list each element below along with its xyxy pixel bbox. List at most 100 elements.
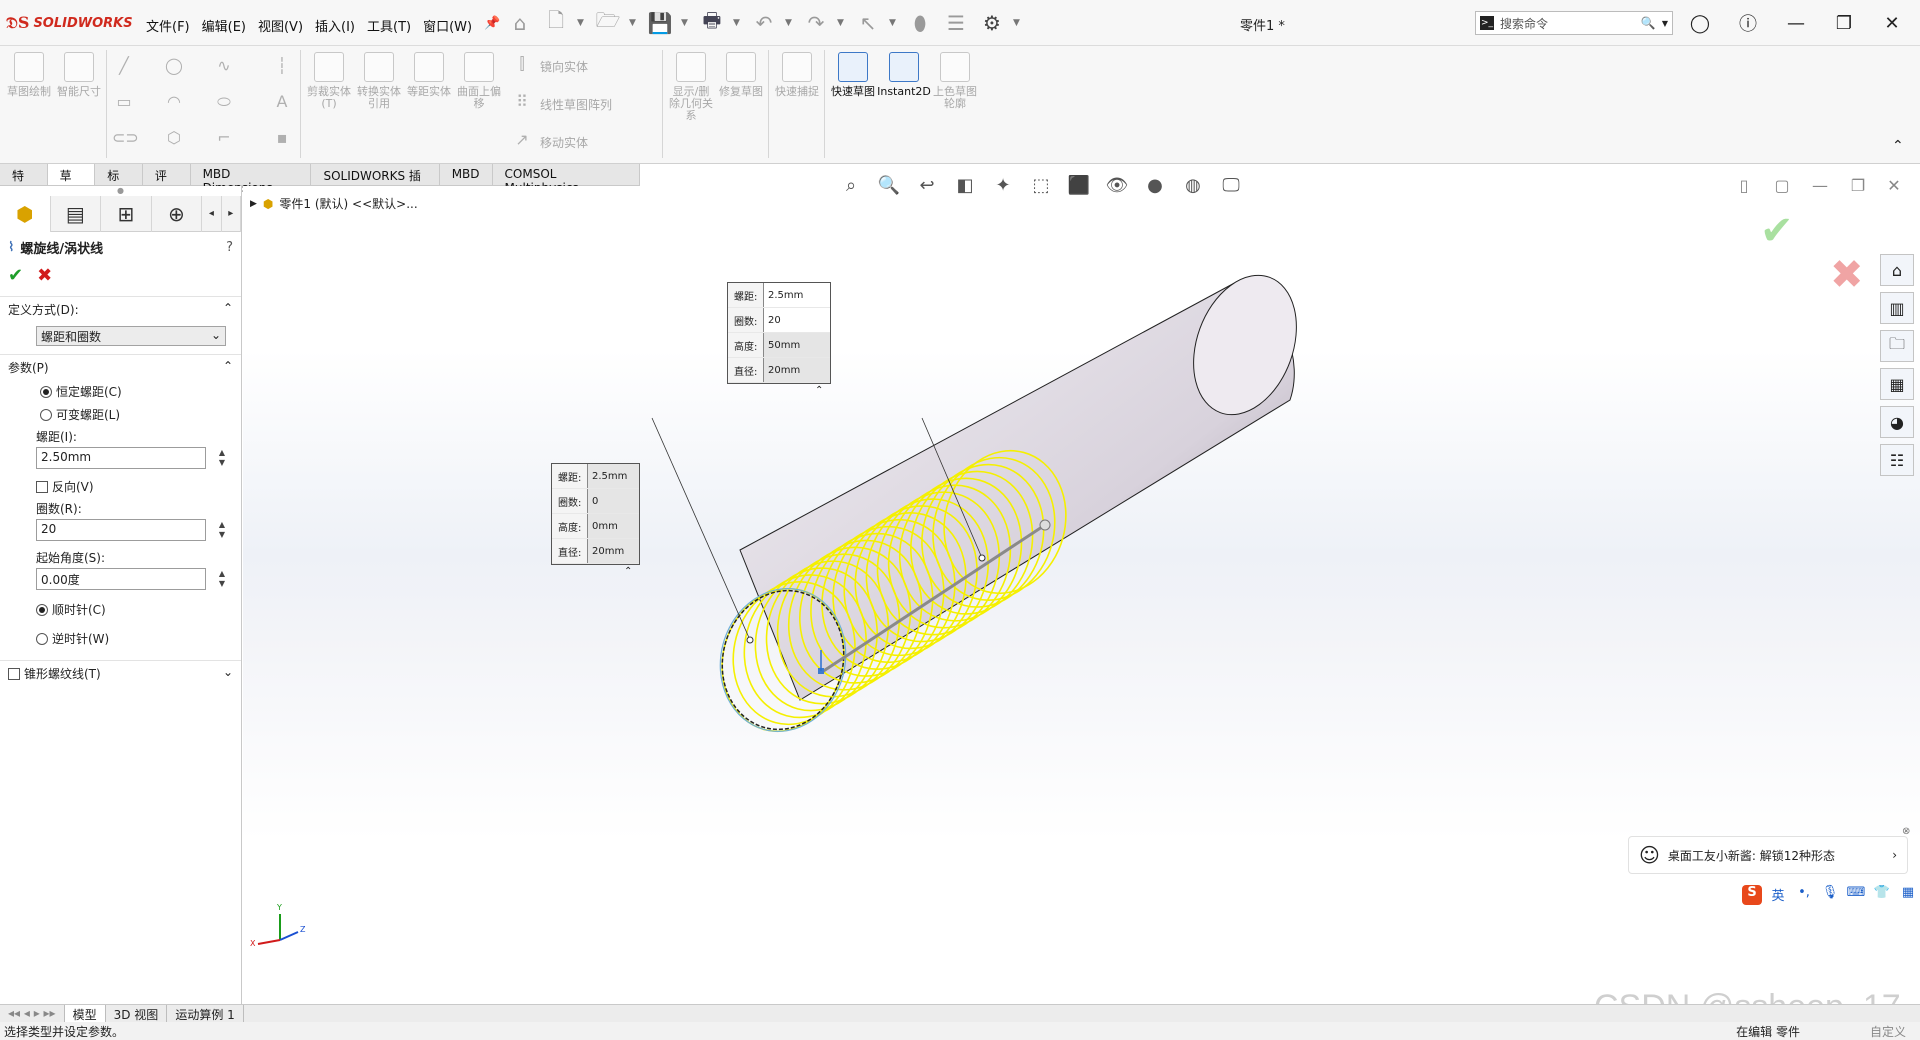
home-icon[interactable]: ⌂ (505, 8, 535, 38)
restore-doc-button[interactable]: ❐ (1844, 176, 1872, 198)
pin-icon[interactable]: 📌 (478, 14, 506, 37)
file-properties-icon[interactable]: ☰ (941, 8, 971, 38)
spline-icon[interactable]: ∿ (212, 56, 236, 76)
rapid-sketch-button[interactable]: 快速草图 (830, 52, 876, 98)
menu-window[interactable]: 窗口(W) (417, 14, 478, 37)
move-entities-button[interactable]: 移动实体 (540, 134, 588, 151)
variable-pitch-option[interactable]: 可变螺距(L) (0, 403, 241, 426)
tab-addins[interactable]: SOLIDWORKS 插件 (311, 164, 440, 200)
redo-icon[interactable]: ↷ (801, 8, 831, 38)
cancel-button[interactable]: ✖ (37, 265, 52, 286)
dimxpert-icon[interactable]: ⊕ (152, 195, 203, 232)
model-canvas[interactable] (600, 260, 1400, 780)
circle-icon[interactable]: ◯ (162, 56, 186, 76)
menu-tools[interactable]: 工具(T) (361, 14, 417, 37)
radio-constant[interactable] (40, 385, 52, 398)
menu-edit[interactable]: 编辑(E) (196, 14, 252, 37)
search-input[interactable]: 搜索命令 (1500, 15, 1635, 32)
start-angle-spinner[interactable]: ▲ ▼ (219, 569, 225, 589)
line-icon[interactable]: ╱ (112, 56, 136, 76)
maximize-button[interactable]: ❐ (1826, 10, 1862, 36)
file-explorer-icon[interactable]: 🗀 (1880, 330, 1914, 362)
minimize-button[interactable]: — (1778, 10, 1814, 36)
start-angle-input[interactable]: 0.00度 ▲ ▼ (36, 568, 225, 590)
reverse-option[interactable]: 反向(V) (0, 475, 241, 498)
tab-features[interactable]: 特征 (0, 164, 48, 200)
chevron-down-icon[interactable]: ▼ (837, 18, 847, 28)
pitch-spinner[interactable]: ▲ ▼ (219, 448, 225, 468)
chevron-down-icon[interactable]: ▼ (889, 18, 899, 28)
chevron-down-icon[interactable]: ▼ (1013, 18, 1023, 28)
split-view-icon[interactable]: ▯ (1730, 176, 1758, 198)
skin-icon[interactable]: 👕 (1872, 885, 1892, 905)
menu-view[interactable]: 视图(V) (252, 14, 309, 37)
minimize-doc-button[interactable]: — (1806, 176, 1834, 198)
convert-entities-button[interactable]: 转换实体引用 (356, 52, 402, 110)
toolbox-icon[interactable]: ▦ (1898, 885, 1918, 905)
tab-scroll-arrows-icon[interactable]: ◂◂ ◂ ▸ ▸▸ (0, 1005, 65, 1022)
section-view-icon[interactable]: ◧ (950, 170, 980, 200)
chevron-down-icon[interactable]: ▼ (785, 18, 795, 28)
linear-pattern-button[interactable]: 线性草图阵列 (540, 96, 612, 113)
view-orientation-icon[interactable]: ⬚ (1026, 170, 1056, 200)
tab-model[interactable]: 模型 (64, 1005, 106, 1022)
status-custom[interactable]: 自定义 (1870, 1023, 1906, 1039)
open-folder-icon[interactable]: 🗁 (593, 8, 623, 38)
clockwise-option[interactable]: 顺时针(C) (0, 598, 241, 621)
parameters-group-header[interactable]: 参数(P) ⌃ (0, 354, 241, 380)
fillet-icon[interactable]: ⌐ (212, 128, 236, 148)
view-palette-icon[interactable]: ▦ (1880, 368, 1914, 400)
radio-variable[interactable] (40, 408, 52, 421)
save-icon[interactable]: 💾 (645, 8, 675, 38)
radio-clockwise[interactable] (36, 603, 48, 616)
close-button[interactable]: ✕ (1874, 10, 1910, 36)
collapse-ribbon-icon[interactable]: ⌃ (1892, 138, 1904, 154)
traffic-light-icon[interactable]: ⬮ (905, 8, 935, 38)
revolutions-input[interactable]: 20 ▲ ▼ (36, 519, 225, 541)
display-style-icon[interactable]: ⬛ (1064, 170, 1094, 200)
chevron-right-icon[interactable]: › (1892, 848, 1897, 862)
help-icon[interactable]: ? (226, 240, 233, 255)
expand-arrow-icon[interactable]: ▶ (250, 199, 257, 209)
rectangle-icon[interactable]: ▭ (112, 92, 136, 112)
point-icon[interactable]: ▪ (270, 128, 294, 148)
chevron-up-icon[interactable]: ⌃ (223, 359, 233, 376)
help-icon[interactable]: ⓘ (1730, 10, 1766, 36)
tab-comsol[interactable]: COMSOL Multiphysics (492, 164, 640, 195)
sw-resources-icon[interactable]: ⌂ (1880, 254, 1914, 286)
feature-tree-flyout[interactable]: ▶ ⬢ 零件1 (默认) <<默认>... (250, 195, 418, 212)
chevron-down-icon[interactable]: ▼ (733, 18, 743, 28)
microphone-icon[interactable]: 🎙 (1820, 885, 1840, 905)
taper-group-header[interactable]: 锥形螺纹线(T) ⌄ (0, 660, 241, 686)
panel-grip[interactable]: ● (0, 186, 241, 196)
chevron-right-icon[interactable]: ▸ (222, 195, 242, 232)
confirm-corner-ok-icon[interactable]: ✔ (1760, 208, 1794, 254)
tab-motion-study[interactable]: 运动算例 1 (167, 1005, 244, 1022)
tab-mbd[interactable]: MBD (439, 164, 493, 185)
account-icon[interactable]: ◯ (1682, 10, 1718, 36)
zoom-to-area-icon[interactable]: 🔍 (874, 170, 904, 200)
confirm-corner-cancel-icon[interactable]: ✖ (1830, 252, 1864, 298)
sogou-icon[interactable]: S (1742, 885, 1762, 905)
tab-markup[interactable]: 标注 (95, 164, 143, 200)
ok-button[interactable]: ✔ (8, 265, 23, 286)
counterclockwise-option[interactable]: 逆时针(W) (0, 627, 241, 650)
chevron-left-icon[interactable]: ◂ (202, 195, 222, 232)
menu-insert[interactable]: 插入(I) (309, 14, 361, 37)
display-relations-button[interactable]: 显示/删除几何关系 (668, 52, 714, 122)
linear-pattern-icon[interactable]: ⠿ (510, 92, 534, 112)
zoom-to-fit-icon[interactable]: ⌕ (836, 170, 866, 200)
search-commands[interactable]: >_ 搜索命令 🔍 ▼ (1475, 11, 1673, 35)
mirror-entities-button[interactable]: 镜向实体 (540, 58, 588, 75)
definition-group-header[interactable]: 定义方式(D): ⌃ (0, 296, 241, 322)
tile-view-icon[interactable]: ▢ (1768, 176, 1796, 198)
radio-counterclockwise[interactable] (36, 632, 48, 645)
callout-value[interactable]: 20 (764, 308, 830, 332)
tab-evaluate[interactable]: 评估 (142, 164, 191, 200)
trim-entities-button[interactable]: 剪裁实体(T) (306, 52, 352, 110)
custom-properties-icon[interactable]: ☷ (1880, 444, 1914, 476)
close-doc-button[interactable]: ✕ (1880, 176, 1908, 198)
search-icon[interactable]: 🔍 (1641, 16, 1656, 30)
select-cursor-icon[interactable]: ↖ (853, 8, 883, 38)
keyboard-icon[interactable]: ⌨ (1846, 885, 1866, 905)
